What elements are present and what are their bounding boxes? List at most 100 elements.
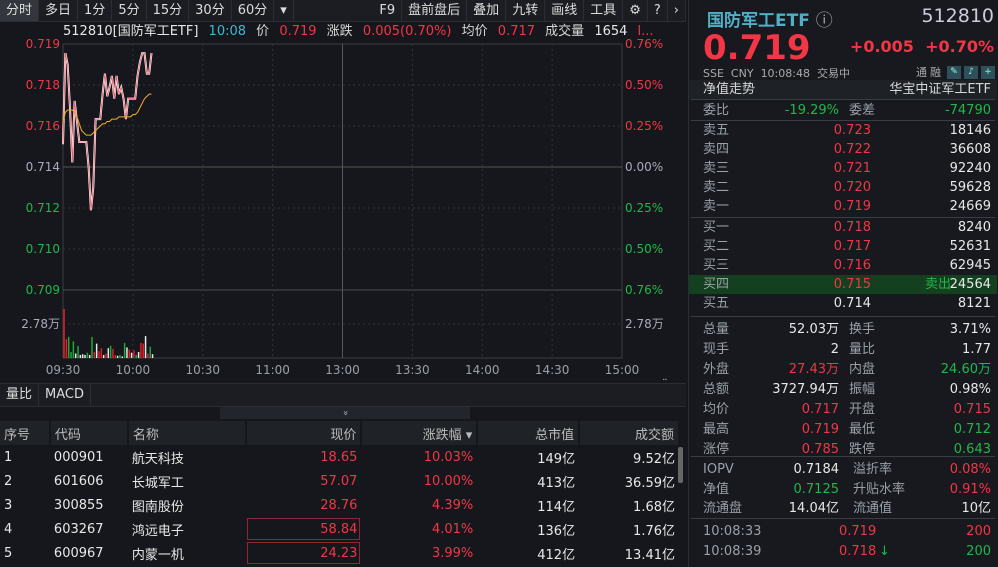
table-row[interactable]: 3 300855 图南股份 28.76 4.39% 114亿 1.68亿 xyxy=(0,493,679,517)
period-tab[interactable]: 多日 xyxy=(39,0,79,21)
info-avg: 0.717 xyxy=(497,24,536,39)
level-price: 0.718 xyxy=(833,220,871,235)
ask-row[interactable]: 卖一 0.719 24669 xyxy=(689,197,997,216)
column-header[interactable]: 名称 xyxy=(127,421,247,445)
table-row[interactable]: 4 603267 鸿远电子 58.84 4.01% 136亿 1.76亿 xyxy=(0,517,679,541)
level-price: 0.721 xyxy=(833,161,871,176)
table-scrollbar[interactable] xyxy=(678,447,683,483)
bid-row[interactable]: 买一 0.718 8240 xyxy=(689,218,997,237)
table-row[interactable]: 5 600967 内蒙一机 24.23 3.99% 412亿 13.41亿 xyxy=(0,541,679,565)
help-icon[interactable]: ? xyxy=(648,0,668,21)
collapse-toggle[interactable]: » xyxy=(220,407,470,419)
column-header[interactable]: 现价 xyxy=(245,421,363,445)
pencil-icon[interactable]: ✎ xyxy=(947,65,961,79)
period-tab[interactable]: ▾ xyxy=(274,0,294,21)
expand-arrow-icon[interactable]: » xyxy=(662,374,669,380)
ask-row[interactable]: 卖三 0.721 92240 xyxy=(689,159,997,178)
period-tab[interactable]: 5分 xyxy=(112,0,147,21)
stat-label: IOPV xyxy=(703,462,734,477)
bid-row[interactable]: 买三 0.716 62945 xyxy=(689,256,997,275)
ask-row[interactable]: 卖二 0.720 59628 xyxy=(689,178,997,197)
stat-row: 最高 0.719 最低 0.712 xyxy=(689,420,997,439)
nav-row[interactable]: 净值走势 华宝中证军工ETF xyxy=(689,80,997,99)
level-volume: 59628 xyxy=(949,180,991,195)
tool-button[interactable]: 工具 xyxy=(584,0,624,21)
volume-axis-label-right: 2.78万 xyxy=(625,317,664,331)
info-change-label: 涨跌 xyxy=(326,24,353,39)
y-left-label: 0.716 xyxy=(26,119,60,133)
sell-tag: 卖出 xyxy=(924,277,951,292)
tracking-index: 华宝中证军工ETF xyxy=(889,82,991,97)
gear-icon[interactable]: ⚙ xyxy=(623,0,648,21)
margin-badge[interactable]: 融 xyxy=(930,64,941,80)
y-left-label: 0.709 xyxy=(26,283,60,297)
cell-turnover: 13.41亿 xyxy=(624,547,675,563)
info-vol-label: 成交量 xyxy=(545,24,585,39)
tool-button[interactable]: F9 xyxy=(373,0,403,21)
bid-row[interactable]: 买五 0.714 8121 xyxy=(689,294,997,313)
chevron-right-icon[interactable]: › xyxy=(668,0,686,21)
diff-label: 委差 xyxy=(849,103,876,118)
period-tab[interactable]: 1分 xyxy=(78,0,113,21)
cell-name: 鸿远电子 xyxy=(131,523,184,539)
volume-bar xyxy=(67,336,70,358)
bid-row[interactable]: 买四 0.715 卖出 24564 xyxy=(689,275,997,294)
x-label: 09:30 xyxy=(46,363,81,377)
stat-value: 24.60万 xyxy=(940,362,991,377)
period-tab[interactable]: 30分 xyxy=(189,0,232,21)
x-label: 13:00 xyxy=(325,363,360,377)
table-row[interactable]: 2 601606 长城军工 57.07 10.00% 413亿 36.59亿 xyxy=(0,469,679,493)
volume-bar xyxy=(121,356,124,358)
period-tab[interactable]: 15分 xyxy=(147,0,190,21)
y-left-label: 0.718 xyxy=(26,78,60,92)
volume-bar xyxy=(74,353,77,358)
stat-value: 1.77 xyxy=(962,342,991,357)
stat-label: 外盘 xyxy=(703,362,730,377)
column-header[interactable]: 涨跌幅 ▾ xyxy=(361,421,479,445)
y-right-label: 0.50% xyxy=(625,242,663,256)
column-header[interactable]: 序号 xyxy=(0,421,51,445)
volume-bar xyxy=(144,336,147,358)
tool-button[interactable]: 九转 xyxy=(506,0,546,21)
cell-turnover: 1.76亿 xyxy=(633,523,675,539)
tick-price: 0.718 xyxy=(839,544,877,559)
column-header[interactable]: 代码 xyxy=(49,421,129,445)
chart-panel: 分时 多日 1分 5分 15分 30分 60分 ▾ F9 盘前盘后 叠加 九转 画线 工具 ⚙? › 5128… xyxy=(0,0,686,567)
nav-trend-link[interactable]: 净值走势 xyxy=(703,80,755,99)
cell-market-cap: 136亿 xyxy=(537,523,576,539)
diff-value: -74790 xyxy=(944,103,991,118)
plus-icon[interactable]: + xyxy=(981,65,995,79)
tool-button[interactable]: 叠加 xyxy=(467,0,507,21)
tool-button[interactable]: 画线 xyxy=(545,0,585,21)
volume-bar xyxy=(126,347,128,358)
x-label: 15:00 xyxy=(605,363,640,377)
column-header[interactable]: 总市值 xyxy=(477,421,581,445)
volume-bar xyxy=(70,351,72,358)
table-row[interactable]: 1 000901 航天科技 18.65 10.03% 149亿 9.52亿 xyxy=(0,445,679,469)
ask-row[interactable]: 卖四 0.722 36608 xyxy=(689,140,997,159)
intraday-chart[interactable]: 0.719 0.76% 0.718 0.50% 0.716 0.25% 0.714 0.00%… xyxy=(0,38,686,380)
bid-row[interactable]: 买二 0.717 52631 xyxy=(689,237,997,256)
info-icon[interactable]: ⓘ xyxy=(816,11,833,31)
period-tab[interactable]: 分时 xyxy=(0,0,40,21)
bell-icon[interactable]: ♪ xyxy=(964,65,978,79)
tab-volume-ratio[interactable]: 量比 xyxy=(0,384,40,406)
level-label: 卖四 xyxy=(703,142,730,157)
column-header[interactable]: 成交额 xyxy=(579,421,680,445)
down-arrow-icon: ↓ xyxy=(879,544,890,559)
stat-value: 0.717 xyxy=(801,402,839,417)
volume-bar xyxy=(65,339,68,358)
cell-turnover: 36.59亿 xyxy=(624,475,675,491)
connect-badge[interactable]: 通 xyxy=(916,64,927,80)
period-tab[interactable]: 60分 xyxy=(232,0,275,21)
ask-row[interactable]: 卖五 0.723 18146 xyxy=(689,121,997,140)
tab-macd[interactable]: MACD xyxy=(39,384,91,406)
level-volume: 62945 xyxy=(949,258,991,273)
volume-bar xyxy=(86,352,89,358)
tool-button[interactable]: 盘前盘后 xyxy=(402,0,468,21)
trading-status: 交易中 xyxy=(816,67,850,80)
cell-index: 1 xyxy=(4,449,13,465)
cell-turnover: 1.68亿 xyxy=(633,499,675,515)
x-label: 14:30 xyxy=(535,363,570,377)
info-price: 0.719 xyxy=(279,24,317,39)
